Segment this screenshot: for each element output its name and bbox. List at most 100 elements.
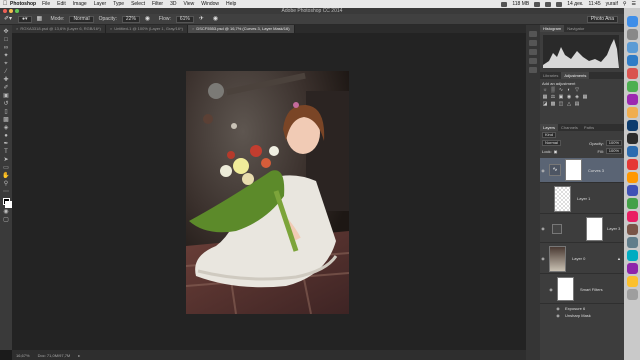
crop-tool-icon[interactable]: ⌖ [2, 60, 11, 68]
move-tool-icon[interactable]: ✥ [2, 28, 11, 36]
lasso-tool-icon[interactable]: ∞ [2, 44, 11, 52]
layer-row[interactable]: ◉ Smart Filters [540, 275, 624, 304]
type-tool-icon[interactable]: T [2, 148, 11, 156]
vibrance-icon[interactable]: ▽ [574, 88, 580, 93]
menu-filter[interactable]: Filter [152, 1, 163, 7]
swatches-panel-icon[interactable] [529, 67, 537, 73]
filter-mask-thumbnail[interactable] [557, 277, 574, 301]
layer-name[interactable]: Layer 3 [607, 226, 620, 231]
close-tab-icon[interactable]: × [16, 26, 18, 31]
pressure-size-icon[interactable]: ◉ [213, 16, 222, 23]
posterize-icon[interactable]: ▩ [550, 102, 556, 107]
gradient-tool-icon[interactable]: ▩ [2, 116, 11, 124]
word-icon[interactable] [626, 185, 638, 196]
brush-panel-icon[interactable]: ▦ [37, 16, 46, 23]
selective-color-icon[interactable]: △ [566, 102, 572, 107]
brightness-contrast-icon[interactable]: ☼ [542, 88, 548, 93]
firefox-icon[interactable] [626, 172, 638, 183]
close-tab-icon[interactable]: × [192, 26, 194, 31]
layer-row[interactable]: Layer 1 [540, 184, 624, 214]
photoshop-icon[interactable] [626, 120, 638, 131]
history-panel-icon[interactable] [529, 31, 537, 37]
excel-icon[interactable] [626, 198, 638, 209]
more-tools-icon[interactable]: ⋯ [2, 188, 11, 196]
blend-mode-select[interactable]: Normal [542, 140, 561, 146]
quick-mask-icon[interactable]: ◉ [2, 208, 11, 216]
properties-panel-icon[interactable] [529, 40, 537, 46]
app-store-icon[interactable] [626, 55, 638, 66]
doc-tab-active[interactable]: × DSCF5553.psd @ 16,7% (Curves 3, Layer M… [188, 25, 295, 33]
layer-filter-kind[interactable]: Kind [542, 132, 557, 138]
skype-icon[interactable] [626, 146, 638, 157]
flow-field[interactable]: 61% [175, 15, 194, 23]
fill-field[interactable]: 100% [605, 148, 622, 154]
visibility-eye-icon[interactable]: ◉ [548, 287, 554, 292]
terminal-icon[interactable] [626, 237, 638, 248]
healing-brush-tool-icon[interactable]: ✚ [2, 76, 11, 84]
zoom-tool-icon[interactable]: ⚲ [2, 180, 11, 188]
layer-opacity-field[interactable]: 100% [605, 140, 622, 146]
blur-tool-icon[interactable]: ◈ [2, 124, 11, 132]
menu-3d[interactable]: 3D [170, 1, 176, 7]
chrome-icon[interactable] [626, 159, 638, 170]
visibility-eye-icon[interactable]: ◉ [540, 226, 546, 231]
mode-select[interactable]: Normal [69, 15, 94, 23]
eyedropper-tool-icon[interactable]: ⁄ [2, 68, 11, 76]
brush-size-picker[interactable]: ●▾ [18, 15, 32, 23]
tab-navigator[interactable]: Navigator [564, 25, 587, 32]
visibility-eye-icon[interactable]: ◉ [540, 256, 546, 261]
tab-histogram[interactable]: Histogram [540, 25, 565, 32]
status-menu-icon[interactable]: ▸ [78, 353, 80, 358]
visibility-eye-icon[interactable]: ◉ [540, 168, 546, 173]
background-color-swatch[interactable] [5, 201, 12, 208]
layer-name[interactable]: Layer 0 [572, 256, 585, 261]
lock-icon[interactable]: ▣ [554, 149, 558, 154]
wifi-icon[interactable] [534, 1, 541, 7]
exposure-icon[interactable]: ◐ [566, 88, 572, 93]
layer-thumbnail[interactable] [552, 223, 562, 234]
tab-paths[interactable]: Paths [581, 124, 597, 131]
itunes-icon[interactable] [626, 94, 638, 105]
battery-icon[interactable] [556, 1, 563, 7]
layer-mask-thumbnail[interactable] [565, 159, 582, 181]
hue-saturation-icon[interactable]: ▦ [542, 95, 548, 100]
curves-icon[interactable]: ∿ [558, 88, 564, 93]
menu-view[interactable]: View [184, 1, 195, 7]
workspace-switcher[interactable]: Photo Ana [586, 15, 618, 23]
trash-icon[interactable] [626, 289, 638, 300]
invert-icon[interactable]: ◪ [542, 102, 548, 107]
color-lookup-icon[interactable]: ▦ [582, 95, 588, 100]
doc-tab[interactable]: × Untitled-1 @ 100% (Layer 1, Gray/16*) [105, 25, 188, 33]
pressure-opacity-icon[interactable]: ◉ [145, 16, 154, 23]
menubar-time[interactable]: 11:45 [588, 1, 600, 7]
premiere-icon[interactable] [626, 263, 638, 274]
brushes-panel-icon[interactable] [529, 58, 537, 64]
layer-row[interactable]: ◉ Layer 0 ▲ [540, 244, 624, 274]
messages-icon[interactable] [626, 81, 638, 92]
tab-layers[interactable]: Layers [540, 124, 559, 131]
layer-name[interactable]: Layer 1 [577, 196, 590, 201]
smart-filters-label[interactable]: Smart Filters [580, 287, 603, 292]
menu-type[interactable]: Type [113, 1, 124, 7]
filter-name[interactable]: Exposure 6 [565, 306, 585, 311]
brush-tool-preset-icon[interactable]: ✐▾ [4, 16, 13, 23]
lightroom-icon[interactable] [626, 224, 638, 235]
folder-icon[interactable] [626, 276, 638, 287]
notes-icon[interactable] [626, 107, 638, 118]
menu-image[interactable]: Image [73, 1, 87, 7]
close-tab-icon[interactable]: × [110, 26, 112, 31]
channel-mixer-icon[interactable]: ◈ [574, 95, 580, 100]
filter-row[interactable]: ◉ Unsharp Mask [540, 312, 624, 318]
menu-file[interactable]: File [42, 1, 50, 7]
visibility-eye-icon[interactable]: ◉ [555, 313, 561, 318]
notifications-icon[interactable]: ☰ [632, 1, 636, 7]
filter-row[interactable]: ◉ Exposure 6 [540, 305, 624, 311]
layer-thumbnail[interactable] [549, 245, 566, 272]
menubar-user[interactable]: yuraif [606, 1, 618, 7]
path-selection-tool-icon[interactable]: ➤ [2, 156, 11, 164]
spotlight-icon[interactable]: ⚲ [623, 1, 627, 7]
menu-select[interactable]: Select [131, 1, 145, 7]
black-white-icon[interactable]: ▣ [558, 95, 564, 100]
visibility-eye-icon[interactable]: ◉ [555, 306, 561, 311]
bridge-icon[interactable] [626, 133, 638, 144]
